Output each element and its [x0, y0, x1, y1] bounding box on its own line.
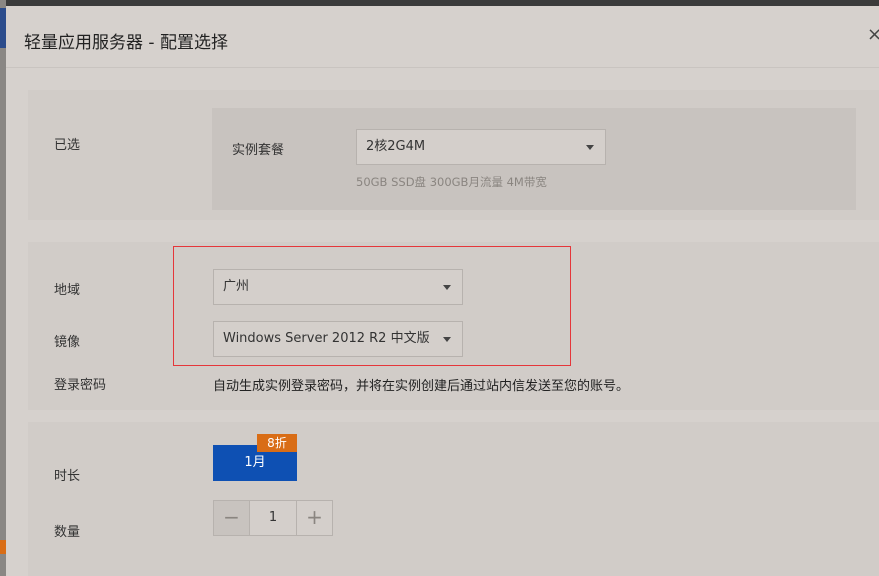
- quantity-input[interactable]: [250, 501, 296, 535]
- close-icon[interactable]: ×: [867, 24, 879, 45]
- region-select[interactable]: 广州: [213, 269, 463, 305]
- duration-label: 时长: [54, 469, 81, 484]
- quantity-stepper: − +: [213, 500, 333, 536]
- discount-badge: 8折: [257, 434, 297, 452]
- plus-icon[interactable]: +: [296, 501, 332, 535]
- config-dialog: 轻量应用服务器 - 配置选择 × 已选 实例套餐 2核2G4M 50GB SSD…: [6, 6, 879, 576]
- selected-label: 已选: [54, 138, 81, 153]
- dialog-header: 轻量应用服务器 - 配置选择 ×: [6, 6, 879, 68]
- chevron-down-icon: [443, 285, 451, 290]
- dialog-title: 轻量应用服务器 - 配置选择: [24, 33, 228, 53]
- region-label: 地域: [54, 283, 81, 298]
- plan-select-value: 2核2G4M: [366, 139, 426, 154]
- plan-label: 实例套餐: [232, 143, 285, 158]
- duration-quantity-section: 时长 数量: [28, 422, 879, 576]
- password-label: 登录密码: [54, 378, 107, 393]
- plan-hint: 50GB SSD盘 300GB月流量 4M带宽: [356, 175, 547, 189]
- minus-icon[interactable]: −: [214, 501, 250, 535]
- quantity-label: 数量: [54, 525, 81, 540]
- selected-section: 已选 实例套餐 2核2G4M 50GB SSD盘 300GB月流量 4M带宽: [28, 90, 879, 220]
- region-image-section: 地域 广州 镜像 Windows Server 2012 R2 中文版 登录密码…: [28, 242, 879, 410]
- selected-summary-box: 实例套餐 2核2G4M 50GB SSD盘 300GB月流量 4M带宽: [212, 108, 856, 210]
- chevron-down-icon: [586, 145, 594, 150]
- image-select-value: Windows Server 2012 R2 中文版: [223, 331, 430, 346]
- password-info: 自动生成实例登录密码，并将在实例创建后通过站内信发送至您的账号。: [213, 379, 630, 394]
- plan-select[interactable]: 2核2G4M: [356, 129, 606, 165]
- dialog-body: 已选 实例套餐 2核2G4M 50GB SSD盘 300GB月流量 4M带宽 地…: [28, 90, 879, 576]
- chevron-down-icon: [443, 337, 451, 342]
- image-label: 镜像: [54, 335, 81, 350]
- region-select-value: 广州: [223, 279, 250, 294]
- image-select[interactable]: Windows Server 2012 R2 中文版: [213, 321, 463, 357]
